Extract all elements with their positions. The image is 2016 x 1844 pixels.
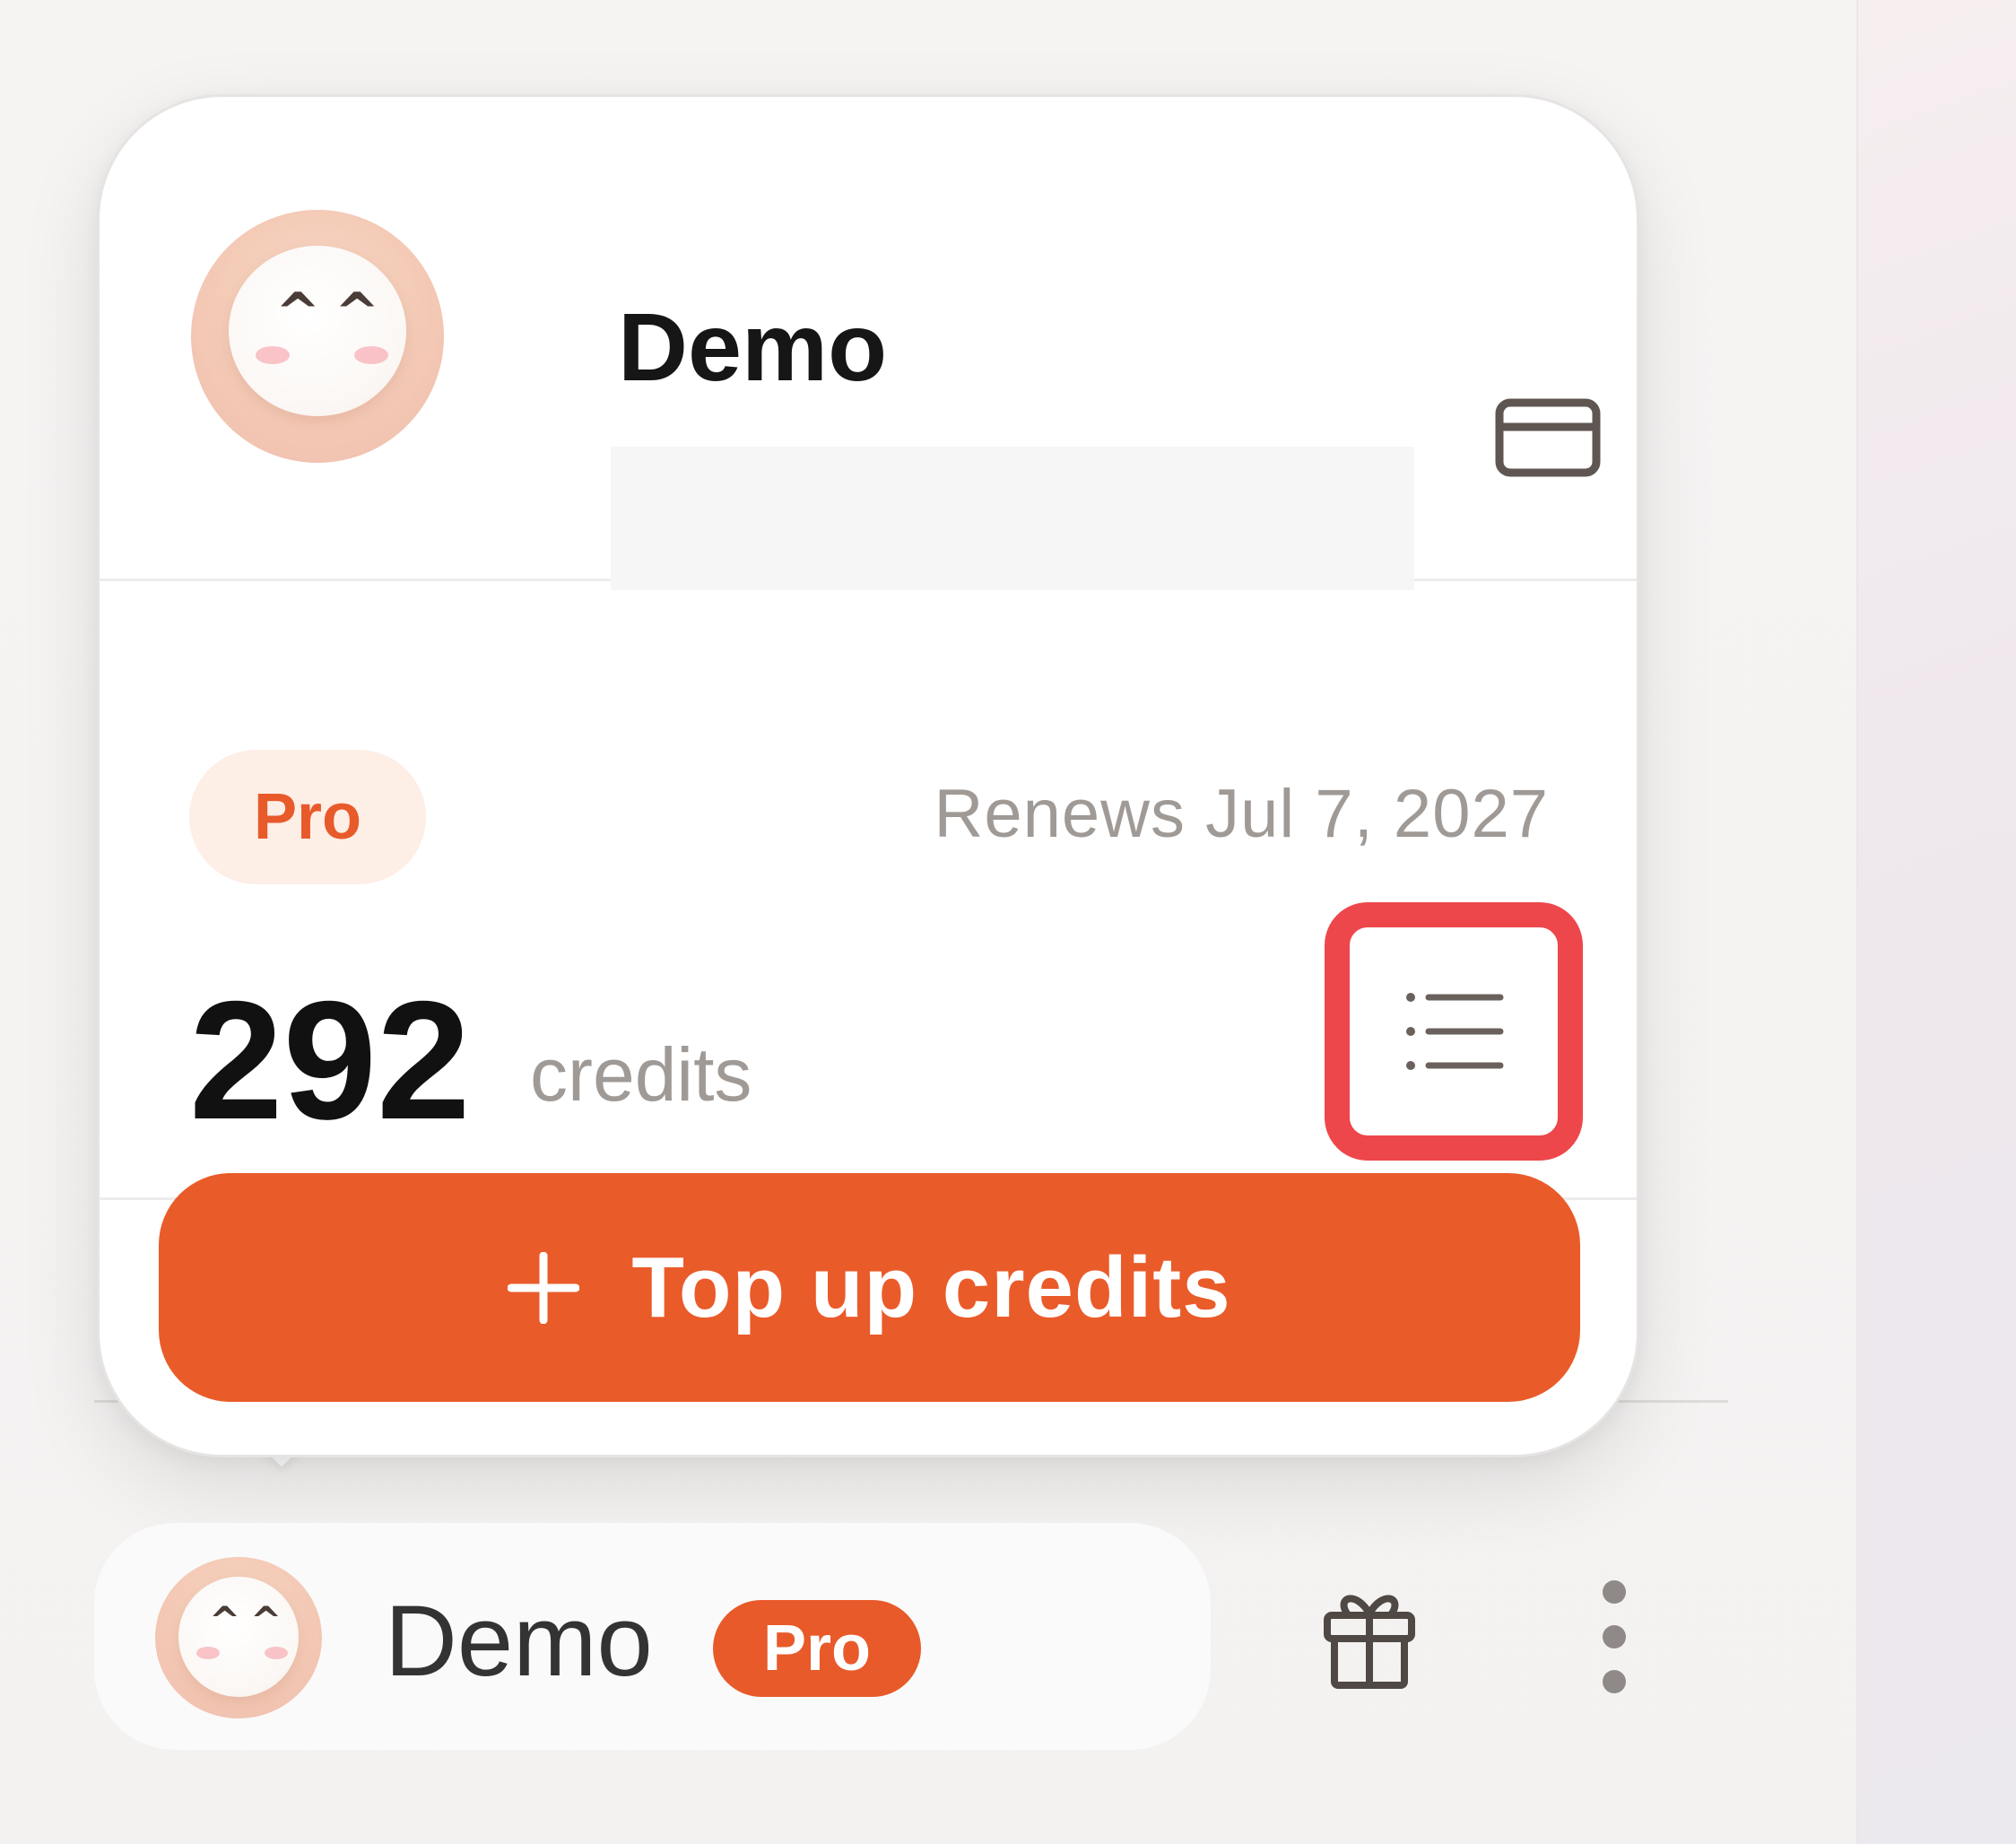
billing-button[interactable] [1485, 384, 1611, 491]
credit-card-icon [1495, 398, 1601, 477]
top-up-credits-button[interactable]: Top up credits [159, 1173, 1580, 1402]
right-pane [1856, 0, 2016, 1844]
credits-history-button[interactable] [1325, 902, 1583, 1161]
more-options-button[interactable] [1569, 1574, 1659, 1700]
renewal-date: Renews Jul 7, 2027 [934, 776, 1549, 852]
plus-icon [508, 1251, 580, 1324]
more-vertical-icon [1603, 1580, 1626, 1693]
avatar-face: ^ ^ [229, 246, 406, 416]
gift-button[interactable] [1311, 1574, 1428, 1700]
subscription-section: Pro Renews Jul 7, 2027 292 credits [100, 581, 1637, 1200]
account-header: ^ ^ Demo [100, 97, 1637, 590]
avatar: ^ ^ [155, 1557, 322, 1718]
credits-unit: credits [530, 1032, 752, 1117]
avatar: ^ ^ [191, 210, 444, 463]
top-up-label: Top up credits [631, 1239, 1231, 1335]
account-popover: ^ ^ Demo Pro Renews Jul 7, 2027 292 cred… [97, 94, 1639, 1457]
plan-badge: Pro [713, 1600, 921, 1697]
avatar-face: ^ ^ [178, 1577, 299, 1697]
list-icon [1406, 993, 1504, 1070]
display-name: Demo [618, 292, 888, 401]
account-menu-trigger[interactable]: ^ ^ Demo Pro [94, 1523, 1211, 1750]
redacted-email [611, 447, 1414, 590]
gift-icon [1324, 1595, 1415, 1689]
credits-count: 292 [189, 966, 471, 1154]
plan-badge: Pro [189, 750, 426, 884]
user-name: Demo [385, 1585, 653, 1697]
